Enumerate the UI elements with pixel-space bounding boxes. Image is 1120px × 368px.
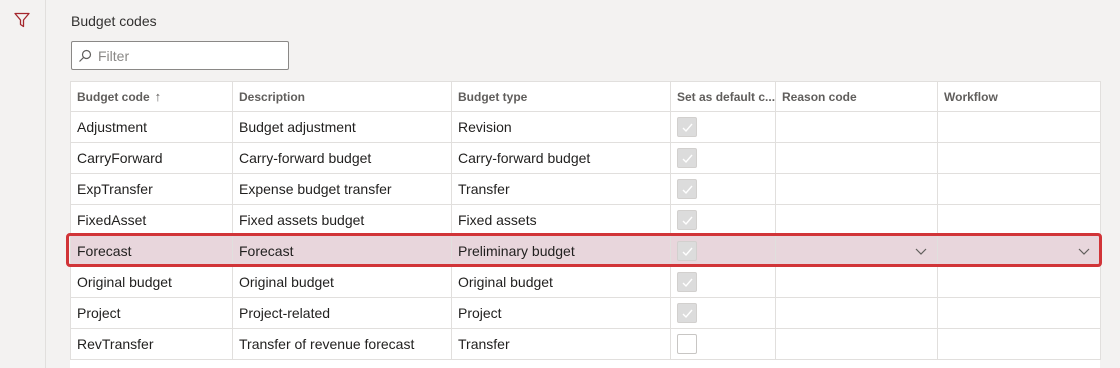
cell-set-as-default: [670, 142, 776, 174]
default-checkbox[interactable]: [677, 303, 697, 323]
workflow-dropdown[interactable]: [1078, 244, 1090, 260]
cell-workflow[interactable]: [937, 235, 1101, 267]
table-row[interactable]: CarryForward Carry-forward budget Carry-fo…: [70, 142, 1101, 174]
cell-workflow[interactable]: [937, 204, 1101, 236]
chevron-down-icon: [1078, 248, 1090, 255]
cell-budget-code[interactable]: ExpTransfer: [70, 173, 233, 205]
column-header-workflow[interactable]: Workflow: [937, 81, 1101, 112]
cell-description[interactable]: Original budget: [232, 266, 452, 298]
cell-reason-code[interactable]: [775, 204, 938, 236]
cell-description[interactable]: Carry-forward budget: [232, 142, 452, 174]
cell-budget-code[interactable]: Adjustment: [70, 111, 233, 143]
default-checkbox[interactable]: [677, 117, 697, 137]
checkmark-icon: [682, 185, 693, 194]
filter-input[interactable]: [98, 47, 278, 64]
sort-ascending-icon: ↑: [154, 89, 162, 104]
checkmark-icon: [682, 247, 693, 256]
default-checkbox[interactable]: [677, 210, 697, 230]
column-header-budget-type[interactable]: Budget type: [451, 81, 671, 112]
column-header-description[interactable]: Description: [232, 81, 452, 112]
cell-set-as-default: [670, 235, 776, 267]
cell-reason-code[interactable]: [775, 142, 938, 174]
cell-reason-code[interactable]: [775, 173, 938, 205]
cell-budget-type[interactable]: Transfer: [451, 328, 671, 360]
table-row[interactable]: Forecast Forecast Preliminary budget: [70, 235, 1101, 267]
cell-description[interactable]: Forecast: [232, 235, 452, 267]
left-rail: [0, 0, 46, 368]
main-content: Budget codes Budget code↑ Description Bu…: [47, 0, 1120, 368]
default-checkbox[interactable]: [677, 272, 697, 292]
cell-set-as-default: [670, 328, 776, 360]
cell-budget-code[interactable]: Forecast: [70, 235, 233, 267]
cell-description[interactable]: Expense budget transfer: [232, 173, 452, 205]
cell-budget-code[interactable]: Original budget: [70, 266, 233, 298]
default-checkbox[interactable]: [677, 179, 697, 199]
cell-description[interactable]: Budget adjustment: [232, 111, 452, 143]
cell-budget-type[interactable]: Carry-forward budget: [451, 142, 671, 174]
cell-workflow[interactable]: [937, 297, 1101, 329]
header-row: Budget code ↑ Description Budget type Set…: [70, 81, 1101, 112]
table-row[interactable]: Original budget Original budget Original b…: [70, 266, 1101, 298]
cell-budget-type[interactable]: Original budget: [451, 266, 671, 298]
table-row[interactable]: RevTransfer Transfer of revenue forecast T…: [70, 328, 1101, 360]
cell-description[interactable]: Fixed assets budget: [232, 204, 452, 236]
checkmark-icon: [682, 123, 693, 132]
filter-field[interactable]: [71, 41, 289, 70]
cell-budget-type[interactable]: Preliminary budget: [451, 235, 671, 267]
reason-code-dropdown[interactable]: [915, 244, 927, 260]
cell-budget-code[interactable]: FixedAsset: [70, 204, 233, 236]
checkmark-icon: [682, 154, 693, 163]
cell-reason-code[interactable]: [775, 328, 938, 360]
cell-set-as-default: [670, 111, 776, 143]
cell-budget-code[interactable]: RevTransfer: [70, 328, 233, 360]
default-checkbox[interactable]: [677, 241, 697, 261]
cell-set-as-default: [670, 297, 776, 329]
checkmark-icon: [682, 278, 693, 287]
cell-set-as-default: [670, 266, 776, 298]
table-row[interactable]: Project Project-related Project: [70, 297, 1101, 329]
cell-reason-code[interactable]: [775, 266, 938, 298]
cell-budget-code[interactable]: CarryForward: [70, 142, 233, 174]
checkmark-icon: [682, 216, 693, 225]
search-icon: [79, 49, 92, 62]
column-header-set-as-default[interactable]: Set as default c...: [670, 81, 776, 112]
table-row[interactable]: ExpTransfer Expense budget transfer Transf…: [70, 173, 1101, 205]
table-row[interactable]: Adjustment Budget adjustment Revision: [70, 111, 1101, 143]
cell-budget-type[interactable]: Project: [451, 297, 671, 329]
column-header-budget-code[interactable]: Budget code ↑: [70, 81, 233, 112]
chevron-down-icon: [915, 248, 927, 255]
filter-pane-button[interactable]: [11, 9, 33, 31]
cell-workflow[interactable]: [937, 328, 1101, 360]
column-header-reason-code[interactable]: Reason code: [775, 81, 938, 112]
cell-budget-code[interactable]: Project: [70, 297, 233, 329]
table-row[interactable]: FixedAsset Fixed assets budget Fixed asset…: [70, 204, 1101, 236]
cell-workflow[interactable]: [937, 266, 1101, 298]
page-title: Budget codes: [71, 13, 157, 29]
cell-budget-type[interactable]: Transfer: [451, 173, 671, 205]
cell-budget-type[interactable]: Revision: [451, 111, 671, 143]
default-checkbox[interactable]: [677, 334, 697, 354]
cell-reason-code[interactable]: [775, 297, 938, 329]
default-checkbox[interactable]: [677, 148, 697, 168]
cell-budget-type[interactable]: Fixed assets: [451, 204, 671, 236]
cell-reason-code[interactable]: [775, 235, 938, 267]
cell-reason-code[interactable]: [775, 111, 938, 143]
funnel-icon: [14, 12, 30, 28]
cell-description[interactable]: Transfer of revenue forecast: [232, 328, 452, 360]
cell-workflow[interactable]: [937, 111, 1101, 143]
cell-description[interactable]: Project-related: [232, 297, 452, 329]
grid-body: Adjustment Budget adjustment Revision Carry…: [70, 111, 1101, 360]
cell-workflow[interactable]: [937, 142, 1101, 174]
cell-set-as-default: [670, 204, 776, 236]
grid-table: Budget code ↑ Description Budget type Set…: [70, 81, 1101, 360]
checkmark-icon: [682, 309, 693, 318]
budget-codes-grid: Budget code ↑ Description Budget type Set…: [70, 81, 1101, 368]
cell-set-as-default: [670, 173, 776, 205]
cell-workflow[interactable]: [937, 173, 1101, 205]
